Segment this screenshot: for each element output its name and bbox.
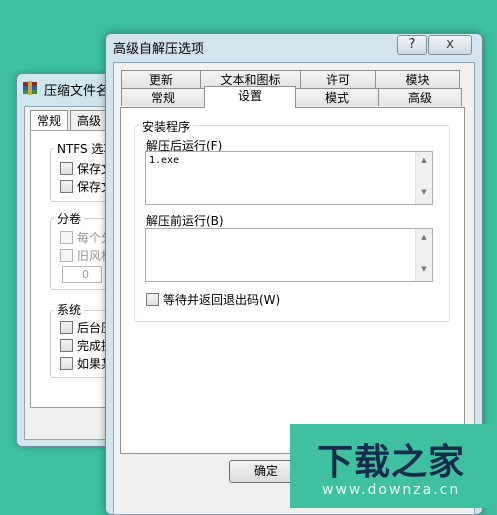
checkbox[interactable] (60, 248, 73, 262)
run-after-field[interactable]: 1.exe ▲ ▼ (145, 151, 433, 205)
tab-mode[interactable]: 模式 (295, 88, 379, 106)
scroll-down-icon[interactable]: ▼ (416, 188, 432, 196)
run-after-value: 1.exe (149, 155, 180, 166)
checkbox[interactable] (60, 230, 73, 244)
system-group-label: 系统 (54, 301, 85, 318)
checkbox[interactable] (60, 161, 73, 175)
tab-license[interactable]: 许可 (300, 70, 376, 88)
help-button[interactable]: ? (397, 35, 427, 55)
tab-setup[interactable]: 设置 (204, 86, 296, 108)
watermark-logo-text: 下载之家 (317, 442, 466, 483)
archive-icon (22, 80, 38, 96)
tab-general[interactable]: 常规 (121, 88, 205, 106)
back-window-title: 压缩文件名 (44, 84, 110, 99)
run-before-label: 解压前运行(B) (146, 214, 224, 228)
volume-spinner[interactable]: 0 (62, 266, 102, 283)
back-tab-general[interactable]: 常规 (30, 110, 69, 131)
scroll-up-icon[interactable]: ▲ (416, 233, 432, 241)
checkbox[interactable] (60, 320, 73, 334)
back-tab-advanced[interactable]: 高级 (70, 110, 109, 131)
volume-group-label: 分卷 (54, 210, 85, 227)
checkbox[interactable] (60, 338, 73, 352)
close-button[interactable]: X (428, 35, 472, 55)
dialog-title: 高级自解压选项 (113, 42, 205, 57)
tab-module[interactable]: 模块 (375, 70, 460, 88)
run-after-scrollbar[interactable]: ▲ ▼ (415, 152, 432, 204)
checkbox[interactable] (146, 292, 159, 306)
checkbox[interactable] (60, 179, 73, 193)
scroll-down-icon[interactable]: ▼ (416, 265, 432, 273)
run-before-scrollbar[interactable]: ▲ ▼ (415, 229, 432, 281)
checkbox[interactable] (60, 356, 73, 370)
tab-update[interactable]: 更新 (121, 70, 201, 88)
setup-group-label: 安装程序 (139, 118, 194, 135)
wait-return-exit-code-option[interactable]: 等待并返回退出码(W) (146, 290, 280, 308)
watermark-url: www.downza.cn (322, 482, 461, 498)
tab-advanced[interactable]: 高级 (378, 88, 462, 106)
run-before-field[interactable]: ▲ ▼ (145, 228, 433, 282)
scroll-up-icon[interactable]: ▲ (416, 156, 432, 164)
